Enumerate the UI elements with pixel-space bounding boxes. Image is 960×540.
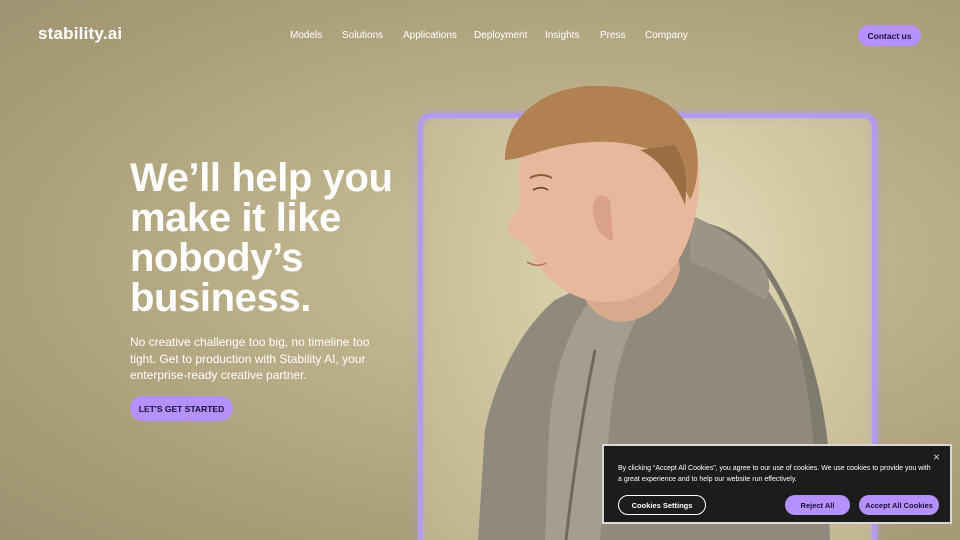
reject-all-button[interactable]: Reject All [785,495,850,515]
accept-all-cookies-button[interactable]: Accept All Cookies [859,495,939,515]
close-icon[interactable]: × [933,450,940,464]
cookie-banner: × By clicking “Accept All Cookies”, you … [602,444,952,524]
cookie-text: By clicking “Accept All Cookies”, you ag… [618,465,931,483]
cookies-settings-button[interactable]: Cookies Settings [618,495,706,515]
